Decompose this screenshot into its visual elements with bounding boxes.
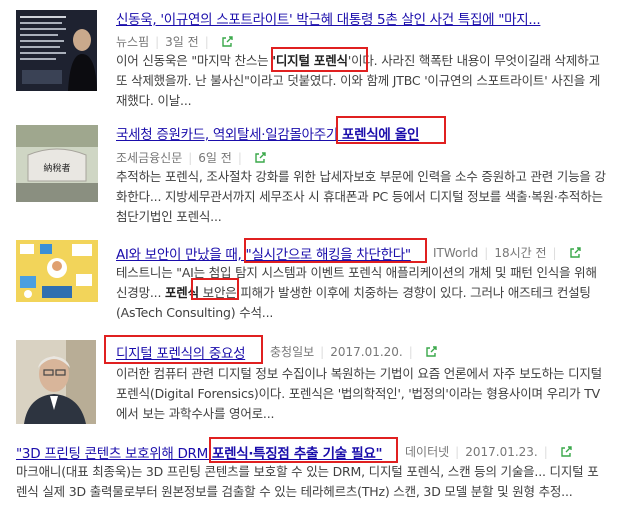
thumbnail-image bbox=[16, 10, 97, 91]
result-meta: 조세금융신문 | 6일 전 | bbox=[116, 149, 266, 166]
result-time: 2017.01.23. bbox=[465, 445, 538, 459]
result-time: 18시간 전 bbox=[494, 246, 547, 260]
result-time: 3일 전 bbox=[165, 35, 199, 49]
result-thumbnail[interactable]: 納稅者 bbox=[16, 125, 98, 202]
result-meta: 데이터넷 | 2017.01.23. | bbox=[405, 443, 572, 460]
result-description: 마크애니(대표 최종욱)는 3D 프린팅 콘텐츠를 보호할 수 있는 DRM, … bbox=[16, 464, 599, 499]
highlight-box bbox=[191, 278, 239, 300]
result-meta: 뉴스핌 | 3일 전 | bbox=[116, 33, 233, 50]
search-result-4: 디지털 포렌식의 중요성 충청일보 | 2017.01.20. | 이러한 컴퓨터 관… bbox=[0, 334, 620, 444]
result-thumbnail[interactable] bbox=[16, 10, 97, 91]
external-link-icon[interactable] bbox=[569, 247, 581, 259]
result-description: 이러한 컴퓨터 관련 디지털 정보 수집이나 복원하는 기법이 요즘 언론에서 … bbox=[116, 366, 602, 421]
result-source[interactable]: 조세금융신문 bbox=[116, 151, 182, 165]
result-thumbnail[interactable] bbox=[16, 340, 96, 424]
highlight-box bbox=[271, 47, 368, 72]
result-source[interactable]: 데이터넷 bbox=[405, 445, 449, 459]
highlight-box bbox=[104, 335, 263, 364]
search-result-1: 신동욱, '이규연의 스포트라이트' 박근혜 대통령 5촌 살인 사건 특집에 … bbox=[0, 0, 620, 110]
thumbnail-image: 納稅者 bbox=[16, 125, 98, 202]
search-result-3: AI와 보안이 만났을 때, "실시간으로 해킹을 차단한다" ITWorld |… bbox=[0, 236, 620, 336]
result-time: 2017.01.20. bbox=[330, 345, 403, 359]
external-link-icon[interactable] bbox=[221, 36, 233, 48]
highlight-box bbox=[209, 437, 398, 463]
result-source[interactable]: 뉴스핌 bbox=[116, 35, 149, 49]
thumbnail-image bbox=[16, 340, 96, 424]
monument-text: 納稅者 bbox=[43, 162, 70, 174]
search-result-5: "3D 프린팅 콘텐츠 보호위해 DRM 포렌식·특징점 추출 기술 필요" 데… bbox=[0, 434, 620, 530]
result-description: 테스트니는 "AI는 첨입 탐지 시스템과 이벤트 포렌식 애플리케이션의 개체… bbox=[116, 265, 597, 320]
result-time: 6일 전 bbox=[198, 151, 232, 165]
result-source[interactable]: ITWorld bbox=[433, 246, 478, 260]
result-description: 추적하는 포렌식, 조사절차 강화를 위한 납세자보호 부문에 인력을 소수 증… bbox=[116, 169, 606, 224]
external-link-icon[interactable] bbox=[560, 446, 572, 458]
result-meta: ITWorld | 18시간 전 | bbox=[433, 244, 581, 261]
highlight-box bbox=[336, 116, 446, 144]
search-result-2: 納稅者 국세청 증원카드, 역외탈세·일감몰아주기 포렌식에 올인 조세금융신문… bbox=[0, 112, 620, 224]
result-title[interactable]: 신동욱, '이규연의 스포트라이트' 박근혜 대통령 5촌 살인 사건 특집에 … bbox=[116, 8, 541, 28]
highlight-box bbox=[244, 238, 427, 263]
external-link-icon[interactable] bbox=[425, 346, 437, 358]
thumbnail-image bbox=[16, 240, 98, 302]
result-thumbnail[interactable] bbox=[16, 240, 98, 302]
external-link-icon[interactable] bbox=[254, 152, 266, 164]
result-source[interactable]: 충청일보 bbox=[270, 345, 314, 359]
result-meta: 충청일보 | 2017.01.20. | bbox=[270, 343, 437, 360]
